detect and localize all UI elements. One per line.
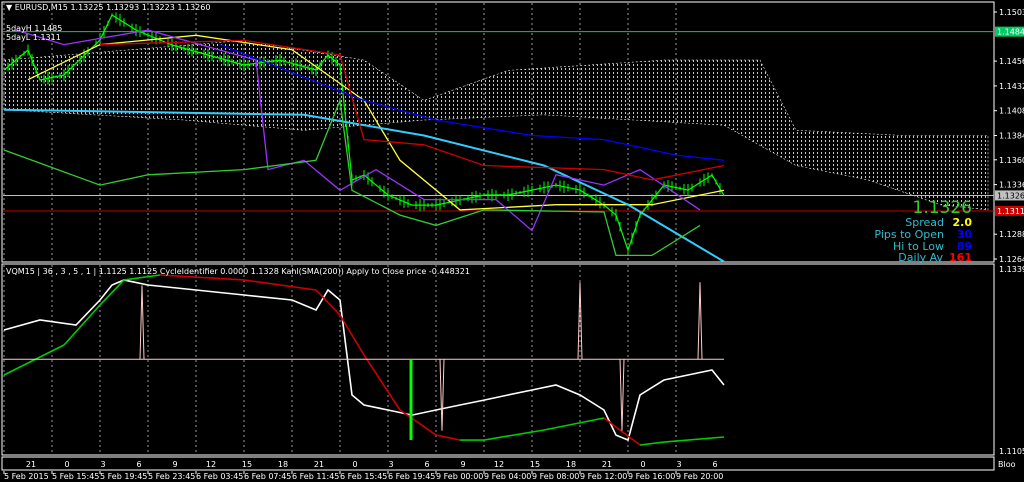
date-tick-label: 5 Feb 19:45 [100, 472, 147, 481]
symbol-timeframe: EURUSD,M15 [14, 3, 68, 12]
main-series [3, 12, 725, 263]
kahl-segment [243, 279, 317, 291]
kahl-segment [483, 429, 545, 441]
date-tick-label: 5 Feb 2015 [4, 472, 49, 481]
hour-tick-label: 21 [26, 460, 36, 469]
price-tick-label: 1.14320 [999, 82, 1024, 91]
five-day-high-label: 5dayH 1.1485 [6, 24, 63, 33]
date-tick-label: 5 Feb 23:45 [148, 472, 195, 481]
price-tick-label: 1.13605 [999, 156, 1024, 165]
cyan-ma-line [3, 108, 725, 263]
indicator-header: VQM15 | 36 , 3 , 5 , 1 | 1.1125 1.1125 C… [6, 267, 470, 276]
corner-label: Bloo [998, 460, 1016, 469]
hour-tick-label: 21 [314, 460, 324, 469]
hour-tick-label: 18 [566, 460, 576, 469]
price-line [3, 14, 725, 252]
kahl-segment [363, 354, 401, 411]
cycle-spike [139, 285, 145, 360]
hour-tick-label: 3 [388, 460, 393, 469]
kahl-segment [639, 441, 665, 446]
hour-tick-label: 0 [352, 460, 357, 469]
kahl-segment [339, 314, 365, 356]
cycle-spike [697, 282, 703, 360]
price-tick-label: 1.12645 [999, 255, 1024, 264]
ohlc-open: 1.13225 [70, 3, 104, 12]
cycle-spike [439, 359, 445, 431]
hour-tick-label: 6 [424, 460, 429, 469]
ohlc-close: 1.13260 [177, 3, 211, 12]
collapse-triangle-icon[interactable]: ▼ [6, 3, 12, 12]
date-tick-label: 9 Feb 04:00 [484, 472, 531, 481]
5day-low-price-label: 1.13110 [997, 207, 1024, 216]
hour-tick-label: 0 [64, 460, 69, 469]
date-tick-label: 9 Feb 12:00 [580, 472, 627, 481]
price-tick-label: 1.13840 [999, 132, 1024, 141]
price-tick-label: 1.15035 [999, 8, 1024, 17]
5day-high-price-label: 1.14845 [997, 28, 1024, 37]
cloud-area [3, 40, 989, 211]
hour-tick-label: 21 [602, 460, 612, 469]
hour-tick-label: 12 [206, 460, 216, 469]
main-panel-border [1, 1, 995, 263]
hour-tick-label: 15 [242, 460, 252, 469]
chart-header: ▼ EURUSD,M15 1.13225 1.13293 1.13223 1.1… [6, 3, 210, 12]
kahl-segment [543, 417, 605, 431]
info-row-daily-av: Daily Av 161 [898, 251, 972, 264]
hour-tick-label: 15 [530, 460, 540, 469]
date-tick-label: 9 Feb 08:00 [532, 472, 579, 481]
hour-tick-label: 6 [712, 460, 717, 469]
hour-tick-label: 3 [100, 460, 105, 469]
five-day-low-label: 5dayL 1.1311 [6, 33, 61, 42]
ohlc-low: 1.13223 [141, 3, 175, 12]
indicator-series [3, 274, 725, 446]
date-tick-label: 6 Feb 07:45 [244, 472, 291, 481]
date-tick-label: 6 Feb 03:45 [196, 472, 243, 481]
info-value: 161 [949, 251, 972, 264]
kahl-segment [63, 304, 101, 346]
hour-tick-label: 18 [278, 460, 288, 469]
date-tick-label: 9 Feb 20:00 [676, 472, 723, 481]
hour-tick-label: 9 [460, 460, 465, 469]
price-tick-label: 1.13365 [999, 181, 1024, 190]
price-tick-label: 1.14080 [999, 107, 1024, 116]
date-tick-label: 5 Feb 15:45 [52, 472, 99, 481]
date-tick-label: 9 Feb 00:00 [436, 472, 483, 481]
cycle-spike [619, 359, 625, 431]
price-tick-label: 1.14560 [999, 57, 1024, 66]
date-tick-label: 6 Feb 15:45 [340, 472, 387, 481]
vq-line [3, 279, 725, 442]
indicator-tick-label: 1.1105 [999, 447, 1024, 456]
info-label: Daily Av [898, 251, 944, 264]
chart-canvas[interactable]: 1.148451.132601.131101.150351.145601.143… [0, 0, 1024, 482]
kahl-segment [663, 436, 725, 443]
date-tick-label: 6 Feb 11:45 [292, 472, 339, 481]
bid-price-label: 1.13260 [997, 191, 1024, 200]
hour-tick-label: 6 [136, 460, 141, 469]
kahl-segment [3, 344, 65, 376]
hour-tick-label: 3 [676, 460, 681, 469]
hour-tick-label: 9 [172, 460, 177, 469]
price-tick-label: 1.12885 [999, 230, 1024, 239]
hour-tick-label: 12 [494, 460, 504, 469]
kahl-segment [435, 434, 461, 441]
date-tick-label: 6 Feb 19:45 [388, 472, 435, 481]
ichimoku-cloud [3, 40, 989, 211]
kahl-segment [99, 279, 125, 306]
current-price: 1.1326 [912, 198, 972, 218]
ohlc-high: 1.13293 [106, 3, 140, 12]
indicator-tick-label: 1.1339 [999, 265, 1024, 274]
hour-tick-label: 0 [640, 460, 645, 469]
date-tick-label: 9 Feb 16:00 [628, 472, 675, 481]
